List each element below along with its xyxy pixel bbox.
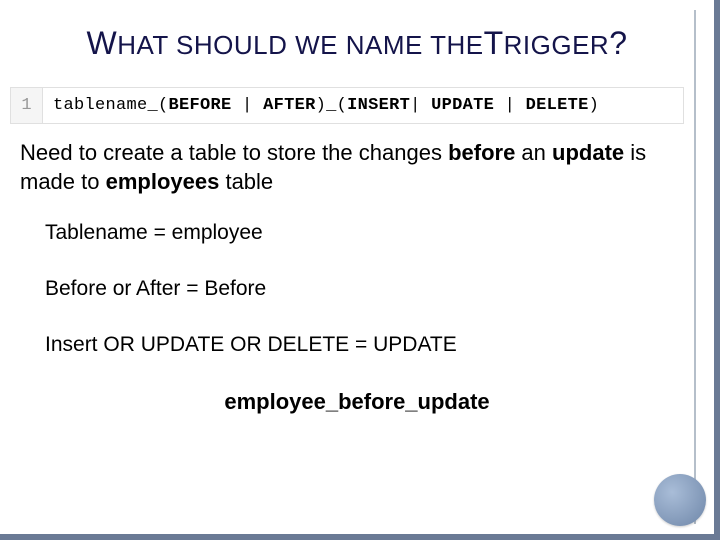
title-cap-t: T [484,25,504,61]
code-prefix: tablename_( [53,96,169,115]
title-cap-w: W [86,25,117,61]
answers-list: Tablename = employee Before or After = B… [45,221,699,357]
line-number: 1 [11,88,43,123]
decorative-circle-icon [654,474,706,526]
answer-timing: Before or After = Before [45,277,699,301]
title-text-1: HAT SHOULD WE NAME THE [117,30,483,60]
slide-title: WHAT SHOULD WE NAME THETRIGGER? [15,25,699,62]
desc-update: update [552,140,624,165]
result-name: employee_before_update [15,389,699,415]
answer-operation: Insert OR UPDATE OR DELETE = UPDATE [45,333,699,357]
code-sep: | [232,96,264,115]
code-before: BEFORE [169,96,232,115]
code-sep3: | [494,96,526,115]
code-suffix: ) [589,96,600,115]
desc-t4: table [219,169,273,194]
slide: WHAT SHOULD WE NAME THETRIGGER? 1 tablen… [0,0,720,540]
code-line: tablename_(BEFORE | AFTER)_(INSERT| UPDA… [43,88,609,123]
code-after: AFTER [263,96,316,115]
desc-before: before [448,140,515,165]
desc-t1: Need to create a table to store the chan… [20,140,448,165]
code-update: UPDATE [431,96,494,115]
description: Need to create a table to store the chan… [20,139,694,196]
desc-t2: an [515,140,552,165]
title-qmark: ? [609,25,627,61]
vertical-rule [694,10,696,524]
code-sep2: | [410,96,431,115]
answer-tablename: Tablename = employee [45,221,699,245]
code-block: 1 tablename_(BEFORE | AFTER)_(INSERT| UP… [10,87,684,124]
desc-employees: employees [106,169,220,194]
title-text-2: RIGGER [504,30,610,60]
code-delete: DELETE [526,96,589,115]
code-mid: )_( [316,96,348,115]
code-insert: INSERT [347,96,410,115]
